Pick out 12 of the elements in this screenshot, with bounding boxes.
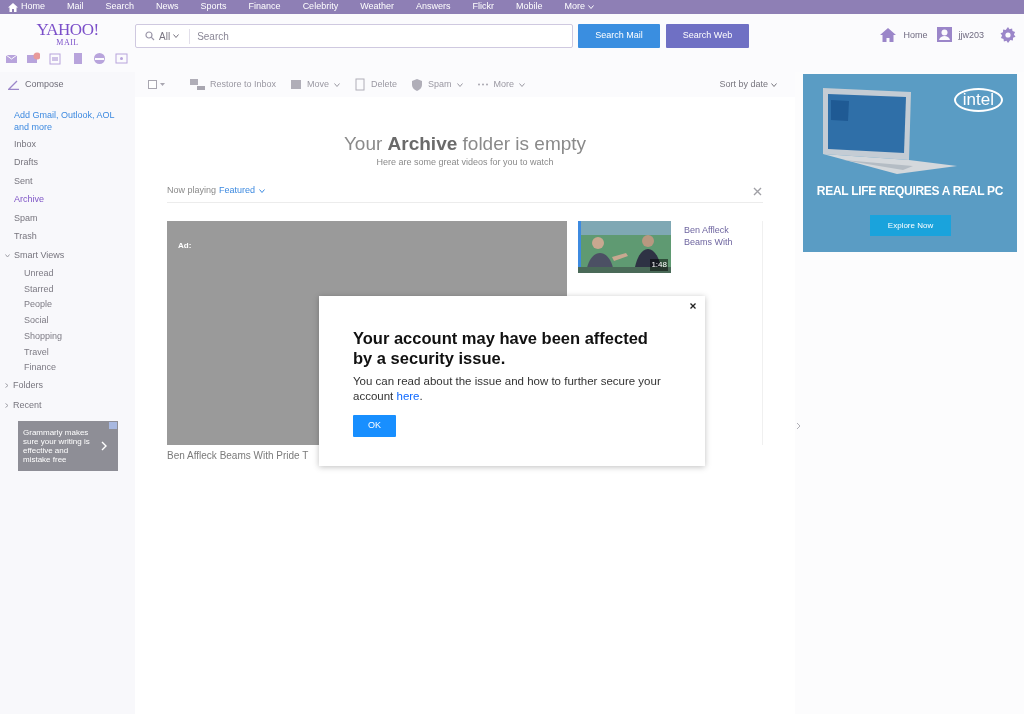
ad-headline: REAL LIFE REQUIRES A REAL PC [815, 183, 1005, 200]
dialog-title: Your account may have been affected by a security issue. [353, 328, 649, 368]
ad-text: Grammarly makes sure your writing is effective and mistake free [22, 427, 91, 464]
video-duration: 1:48 [650, 258, 668, 271]
now-playing-label: Now playing [167, 184, 217, 198]
dialog-message: You can read about the issue and how to further secure your account here. [353, 374, 662, 404]
empty-folder-title: Your Archive folder is empty [343, 133, 587, 155]
logo-subtitle: MAIL [56, 39, 79, 47]
brand-logo: intel [953, 88, 1003, 112]
empty-folder-subtitle: Here are some great videos for you to watch [376, 156, 554, 169]
search-placeholder: Search [197, 29, 229, 44]
ad-label: Ad: [178, 240, 192, 250]
